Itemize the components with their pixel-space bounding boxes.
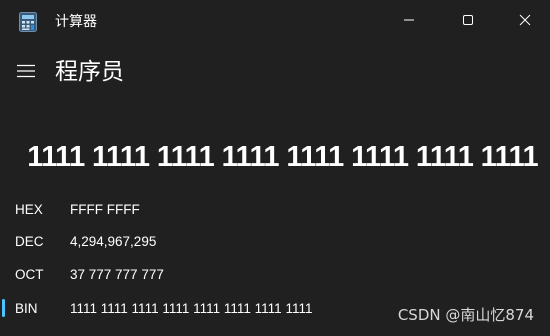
base-label: DEC [15,234,44,249]
calculator-window: 计算器 程序员 1111 1111 1111 1111 1111 1111 11… [0,0,550,336]
window-title: 计算器 [55,14,97,30]
base-label: HEX [15,202,43,217]
base-value: FFFF FFFF [70,202,140,217]
base-row-hex[interactable]: HEX FFFF FFFF [0,195,380,225]
base-row-oct[interactable]: OCT 37 777 777 777 [0,260,380,290]
base-label: OCT [15,267,44,282]
base-value: 1111 1111 1111 1111 1111 1111 1111 1111 [70,301,313,316]
hamburger-menu-icon [16,64,36,83]
base-label: BIN [15,301,38,316]
minimize-icon [403,13,415,31]
base-row-bin[interactable]: BIN 1111 1111 1111 1111 1111 1111 1111 1… [0,294,380,324]
close-icon [519,13,531,31]
result-display: 1111 1111 1111 1111 1111 1111 1111 1111 [27,141,538,173]
minimize-button[interactable] [396,10,422,34]
base-row-dec[interactable]: DEC 4,294,967,295 [0,227,380,257]
navigation-menu-button[interactable] [14,62,38,84]
watermark: CSDN @南山忆874 [397,306,534,324]
title-bar[interactable]: 计算器 [0,0,550,44]
selected-indicator [2,299,5,317]
close-button[interactable] [512,10,538,34]
base-value: 4,294,967,295 [70,234,157,249]
maximize-button[interactable] [455,10,481,34]
base-value: 37 777 777 777 [70,267,164,282]
maximize-icon [462,13,474,31]
mode-title: 程序员 [55,59,124,85]
calculator-icon [19,12,37,32]
